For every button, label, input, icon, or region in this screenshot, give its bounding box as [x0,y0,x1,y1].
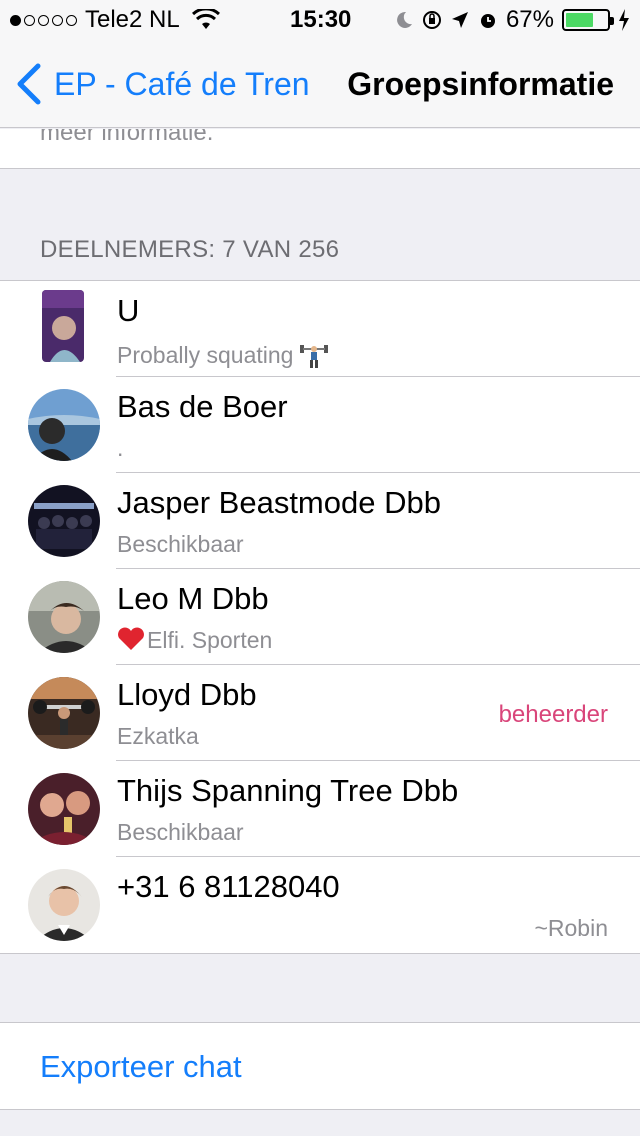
charging-bolt-icon [619,9,629,31]
participant-row-you[interactable]: U Probally squating [0,281,640,377]
participant-row[interactable]: Bas de Boer . [0,377,640,473]
avatar [28,389,100,461]
participant-status: . [117,435,124,461]
participant-name: Jasper Beastmode Dbb [117,485,441,520]
participant-status: Beschikbaar [117,531,244,557]
weightlifter-emoji-icon [300,345,329,368]
participant-alias: ~Robin [534,915,608,941]
page-title: Groepsinformatie [347,66,614,102]
participant-row[interactable]: Jasper Beastmode Dbb Beschikbaar [0,473,640,569]
participant-row[interactable]: +31 6 81128040 ~Robin [0,857,640,953]
group-description-text: meer informatie. [40,129,214,146]
participant-name: Bas de Boer [117,389,288,424]
participant-status: Beschikbaar [117,819,244,845]
participants-header: DEELNEMERS: 7 VAN 256 [40,236,340,263]
avatar [42,290,84,362]
location-arrow-icon [451,12,468,28]
carrier-name: Tele2 NL [85,6,180,33]
participant-name: Thijs Spanning Tree Dbb [117,773,459,808]
participant-row[interactable]: Leo M Dbb Elfi. Sporten [0,569,640,665]
back-button-label: EP - Café de Tren [54,65,310,102]
export-chat-row[interactable]: Exporteer chat [0,1022,640,1110]
clock: 15:30 [290,6,352,33]
chevron-left-icon [17,63,41,105]
participant-name: Leo M Dbb [117,581,269,616]
avatar [28,773,100,845]
participant-row[interactable]: Thijs Spanning Tree Dbb Beschikbaar [0,761,640,857]
battery-percentage: 67% [505,6,554,33]
admin-badge: beheerder [498,701,608,728]
alarm-icon [480,14,495,28]
participant-status: Probally squating [117,339,329,369]
participant-name: Lloyd Dbb [117,677,257,712]
group-description-card: meer informatie. [0,129,640,169]
participant-row[interactable]: Lloyd Dbb Ezkatka beheerder [0,665,640,761]
back-button[interactable]: EP - Café de Tren [14,62,310,106]
avatar [28,485,100,557]
do-not-disturb-icon [397,11,412,28]
avatar [28,869,100,941]
avatar [28,677,100,749]
screen: Tele2 NL 15:30 67% EP - Café de Tren Gro… [0,0,640,1136]
orientation-lock-icon [422,11,441,29]
avatar [28,581,100,653]
participants-list: U Probally squating Bas de Boer . Jasper… [0,280,640,954]
participant-status: Elfi. Sporten [117,627,272,654]
battery-icon [562,9,614,31]
participant-status: Ezkatka [117,723,199,749]
status-bar: Tele2 NL 15:30 67% [0,0,640,40]
export-chat-button[interactable]: Exporteer chat [40,1049,242,1085]
participant-name: U [117,293,140,328]
signal-strength-icon [10,14,77,26]
heart-emoji-icon [118,627,144,650]
navigation-bar: EP - Café de Tren Groepsinformatie [0,40,640,128]
wifi-icon [191,9,220,29]
participant-name: +31 6 81128040 [117,869,340,904]
